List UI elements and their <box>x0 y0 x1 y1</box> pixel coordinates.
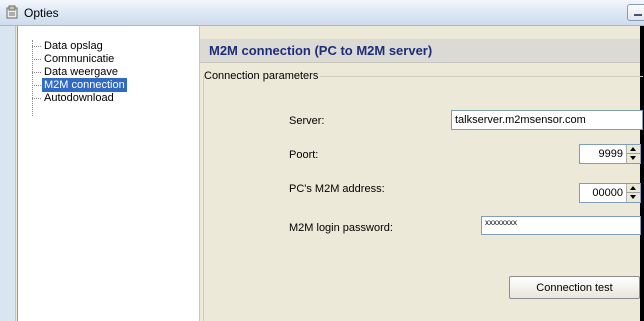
server-input[interactable]: talkserver.m2msensor.com <box>451 110 643 130</box>
panel-title: M2M connection (PC to M2M server) <box>209 43 433 58</box>
tree-branch-line <box>32 98 41 99</box>
minimize-button[interactable] <box>627 4 644 21</box>
port-stepper[interactable]: 9999 <box>579 144 641 164</box>
options-window: Opties Data opslag Communicatie Data wee… <box>0 0 644 321</box>
options-window-icon <box>6 5 18 19</box>
connection-test-label: Connection test <box>536 282 613 294</box>
tree-connector <box>32 40 33 116</box>
password-label: M2M login password: <box>289 222 393 234</box>
server-label: Server: <box>289 115 325 127</box>
tree-branch-line <box>32 85 41 86</box>
title-bar[interactable]: Opties <box>0 0 644 26</box>
port-value: 9999 <box>598 148 623 160</box>
port-label: Poort: <box>289 149 319 161</box>
address-increment-icon[interactable] <box>627 184 640 193</box>
tree-item-label: Autodownload <box>44 92 114 104</box>
group-title: Connection parameters <box>204 70 321 82</box>
port-spin-buttons <box>626 145 640 163</box>
password-field[interactable]: xxxxxxxx <box>481 216 641 235</box>
tree-branch-line <box>32 59 41 60</box>
tree-item-label: Communicatie <box>44 53 115 65</box>
panel-header: M2M connection (PC to M2M server) <box>200 39 640 63</box>
window-title: Opties <box>24 6 59 20</box>
password-value: xxxxxxxx <box>485 218 517 227</box>
tree-item-label: M2M connection <box>42 78 127 92</box>
tree-branch-line <box>32 46 41 47</box>
port-decrement-icon[interactable] <box>627 154 640 163</box>
address-decrement-icon[interactable] <box>627 193 640 202</box>
connection-test-button[interactable]: Connection test <box>509 276 640 299</box>
address-label: PC's M2M address: <box>289 183 385 195</box>
settings-panel: M2M connection (PC to M2M server) Connec… <box>200 26 643 321</box>
options-tree[interactable]: Data opslag Communicatie Data weergave M… <box>17 26 200 321</box>
address-stepper[interactable]: 00000 <box>579 183 641 203</box>
tree-item-label: Data opslag <box>44 40 103 52</box>
tree-branch-line <box>32 72 41 73</box>
tree-item-label: Data weergave <box>44 66 118 78</box>
address-value: 00000 <box>592 187 623 199</box>
address-spin-buttons <box>626 184 640 202</box>
port-increment-icon[interactable] <box>627 145 640 154</box>
window-left-frame <box>0 26 16 321</box>
server-value: talkserver.m2msensor.com <box>455 114 586 126</box>
